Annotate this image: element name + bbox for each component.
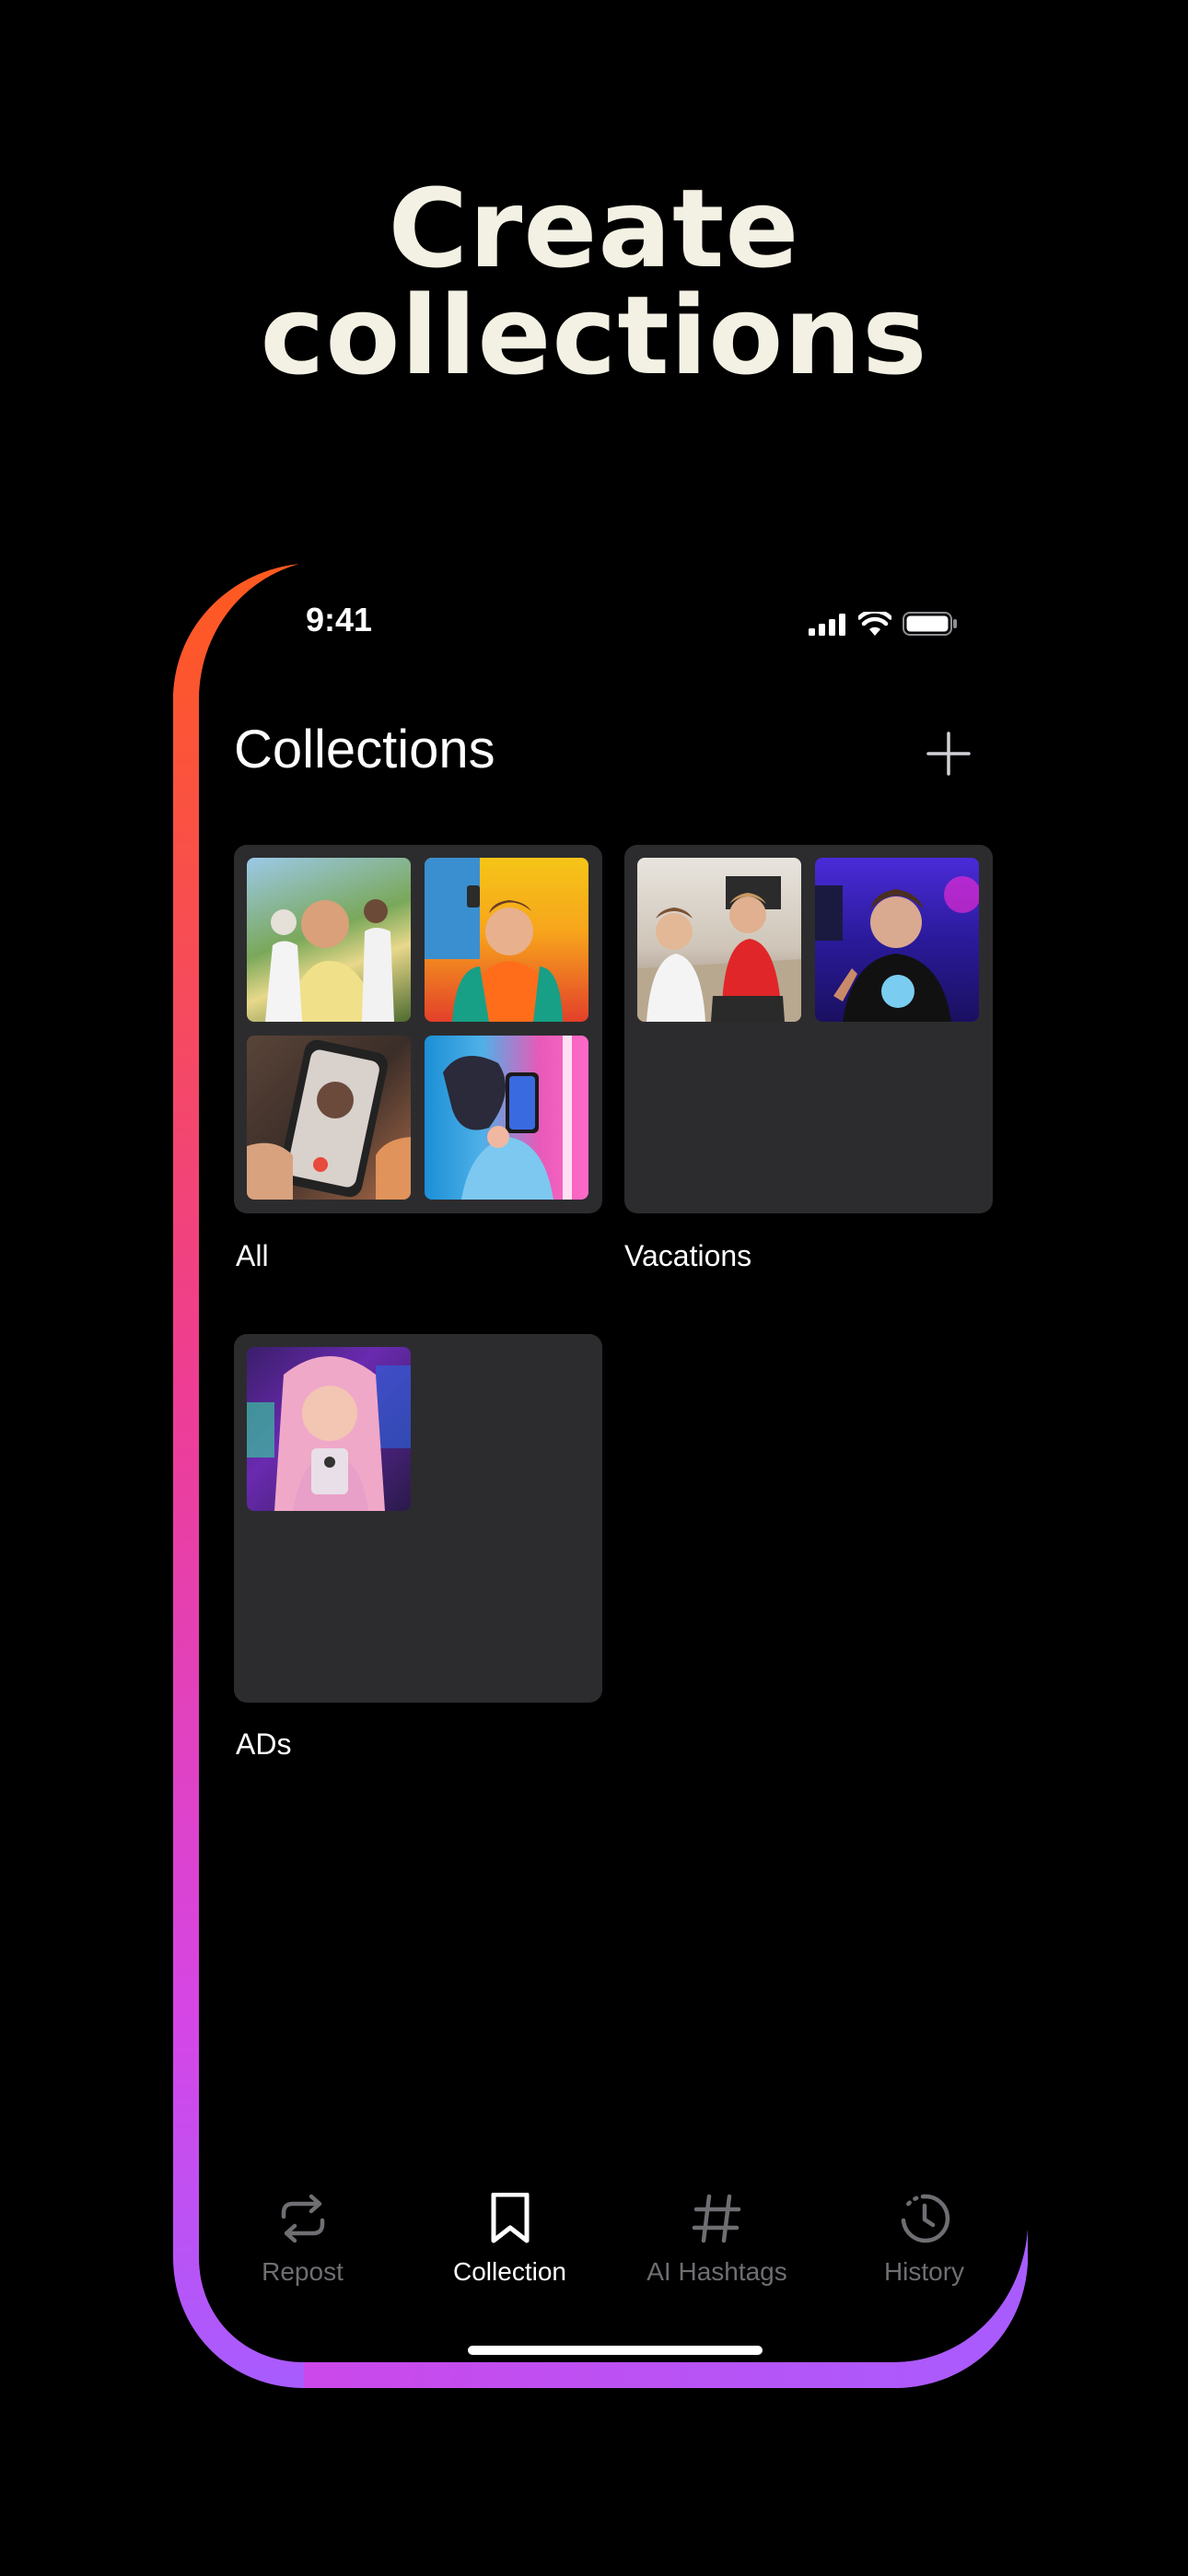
thumbnail-photo — [247, 1347, 411, 1511]
tab-repost[interactable]: Repost — [199, 2193, 406, 2303]
collection-label-ads: ADs — [236, 1727, 292, 1761]
tab-ai-hashtags[interactable]: AI Hashtags — [613, 2193, 821, 2303]
wifi-icon — [858, 612, 891, 636]
thumbnail-photo — [247, 858, 411, 1022]
repost-icon — [281, 2194, 324, 2243]
thumbnail-photo — [425, 1036, 588, 1200]
status-time: 9:41 — [306, 601, 373, 638]
collection-label-vacations: Vacations — [624, 1239, 752, 1272]
device-frame — [173, 564, 1028, 2388]
history-icon — [901, 2194, 949, 2243]
collection-card-ads[interactable] — [234, 1334, 602, 1703]
home-indicator — [468, 2346, 763, 2355]
cellular-signal-icon — [809, 614, 845, 636]
thumbnail-photo — [247, 1036, 411, 1200]
tab-history[interactable]: History — [821, 2193, 1028, 2303]
tab-bar: Repost Collection AI Hashtags History — [199, 2193, 1028, 2313]
collection-card-vacations[interactable] — [624, 845, 993, 1213]
collection-card-all[interactable] — [234, 845, 602, 1213]
tab-label-repost: Repost — [262, 2257, 344, 2286]
plus-icon — [926, 732, 971, 776]
tab-label-history: History — [883, 2257, 965, 2286]
thumbnail-photo — [425, 858, 588, 1022]
thumbnail-photo — [815, 858, 979, 1022]
battery-icon — [903, 612, 957, 636]
tab-label-ai-hashtags: AI Hashtags — [646, 2257, 787, 2286]
tab-collection[interactable]: Collection — [406, 2193, 613, 2303]
bookmark-icon — [491, 2193, 529, 2243]
collection-label-all: All — [236, 1239, 269, 1272]
thumbnail-photo — [637, 858, 801, 1022]
status-icons — [809, 610, 958, 638]
hashtag-icon — [692, 2194, 740, 2243]
page-title: Collections — [234, 720, 495, 779]
add-collection-button[interactable] — [925, 730, 973, 778]
tab-label-collection: Collection — [453, 2257, 566, 2286]
